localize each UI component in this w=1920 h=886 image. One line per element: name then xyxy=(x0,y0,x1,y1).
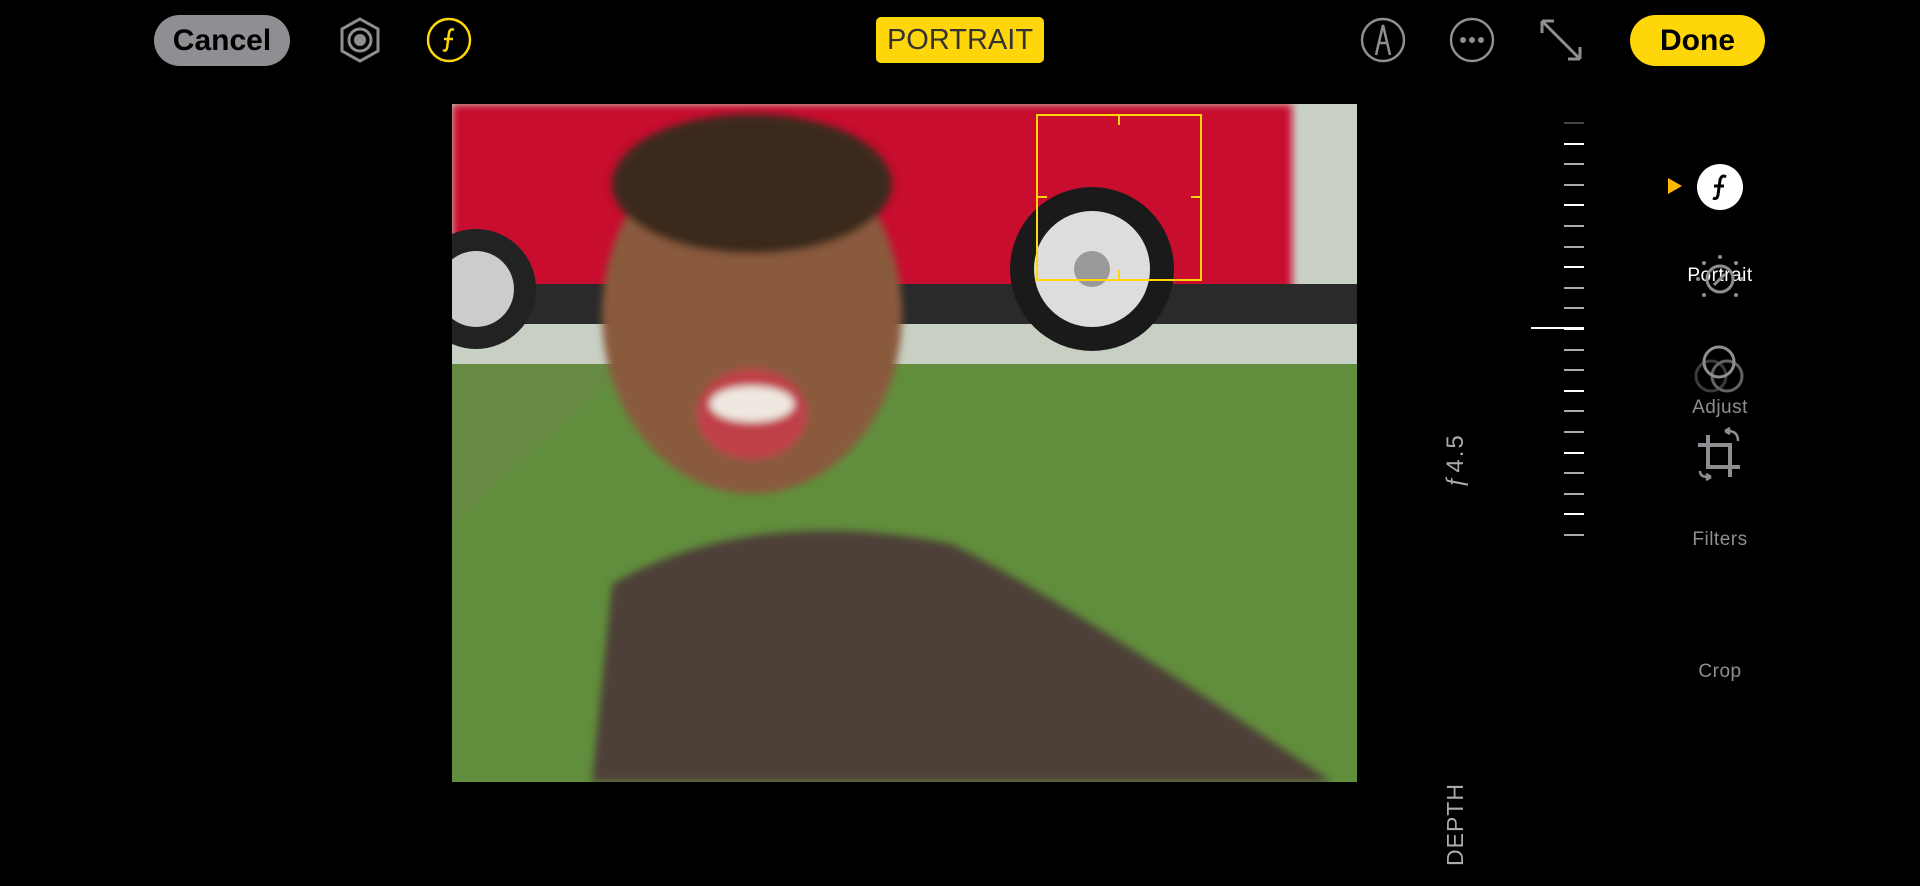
depth-tick xyxy=(1564,472,1584,475)
depth-tick xyxy=(1564,286,1584,289)
depth-tick xyxy=(1564,142,1584,145)
tool-label: Adjust xyxy=(1692,397,1748,418)
depth-tick xyxy=(1564,245,1584,248)
depth-slider-indicator[interactable] xyxy=(1531,327,1584,329)
depth-tick xyxy=(1564,513,1584,516)
tool-label: Filters xyxy=(1692,529,1748,550)
depth-tick xyxy=(1564,307,1584,310)
live-photo-icon[interactable] xyxy=(335,15,385,65)
portrait-mode-badge[interactable]: PORTRAIT xyxy=(876,17,1044,63)
expand-icon[interactable] xyxy=(1536,15,1586,65)
depth-tick xyxy=(1564,369,1584,372)
depth-tick xyxy=(1564,225,1584,227)
depth-tick xyxy=(1564,451,1584,454)
depth-tick xyxy=(1564,122,1584,124)
depth-value: ƒ4.5 xyxy=(1442,433,1469,488)
photo-canvas[interactable] xyxy=(452,104,1357,782)
depth-tick xyxy=(1564,266,1584,269)
tool-label: Crop xyxy=(1698,661,1742,682)
aperture-f-icon[interactable] xyxy=(424,15,474,65)
cancel-button[interactable]: Cancel xyxy=(154,15,290,66)
markup-icon[interactable] xyxy=(1358,15,1408,65)
depth-label: DEPTH xyxy=(1442,783,1468,866)
depth-tick xyxy=(1564,534,1584,536)
done-button[interactable]: Done xyxy=(1630,15,1765,66)
depth-tick xyxy=(1564,163,1584,166)
depth-tick xyxy=(1564,204,1584,207)
crop-rotate-icon xyxy=(1698,427,1740,481)
more-icon[interactable] xyxy=(1447,15,1497,65)
portrait-f-icon xyxy=(1697,164,1743,210)
portrait-photo xyxy=(452,104,1357,782)
depth-tick xyxy=(1564,389,1584,392)
depth-tick xyxy=(1564,410,1584,413)
adjust-dial-icon xyxy=(1696,255,1744,297)
depth-tick xyxy=(1564,431,1584,433)
filters-icon xyxy=(1694,345,1744,393)
selected-arrow-icon xyxy=(1668,178,1682,194)
depth-tick xyxy=(1564,492,1584,495)
depth-tick xyxy=(1564,183,1584,186)
depth-tick xyxy=(1564,348,1584,351)
